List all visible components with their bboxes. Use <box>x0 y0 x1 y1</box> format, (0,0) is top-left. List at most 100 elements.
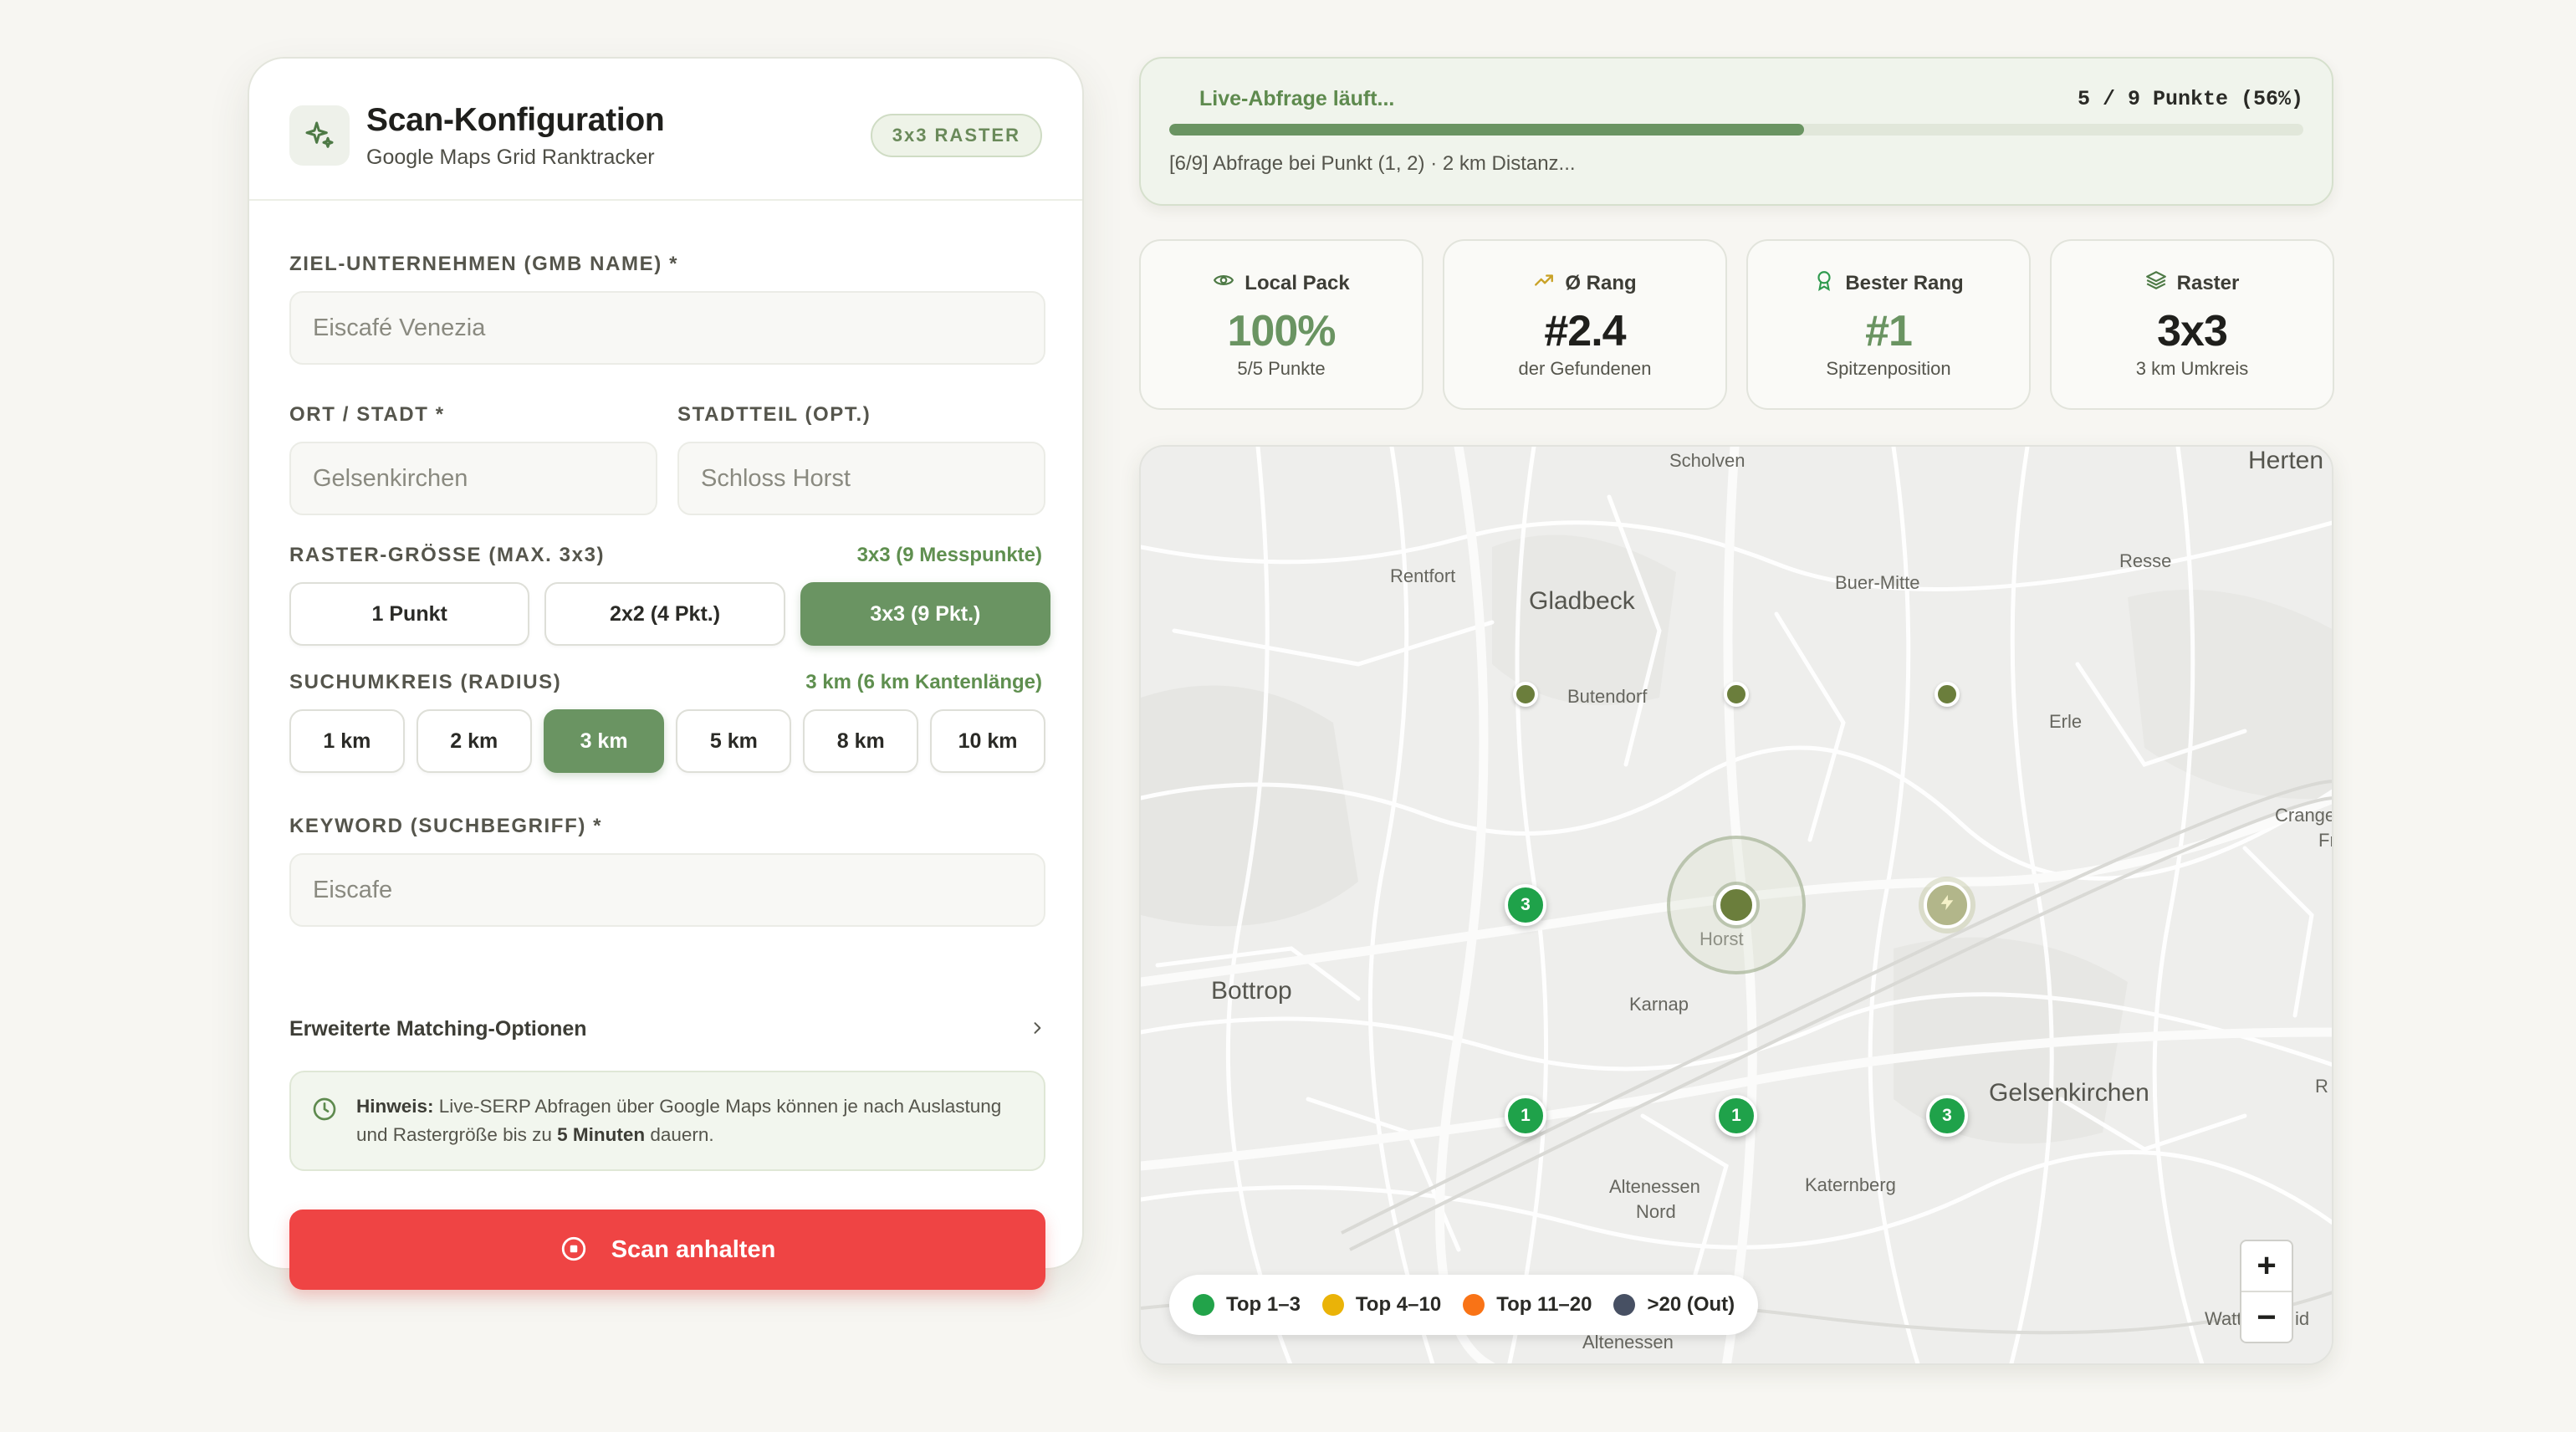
lightning-icon <box>1938 893 1956 918</box>
stat-card-avg-rank: Ø Rang #2.4 der Gefundenen <box>1443 239 1727 410</box>
stop-scan-label: Scan anhalten <box>611 1235 776 1263</box>
place-gelsenkirchen: Gelsenkirchen <box>1989 1079 2149 1107</box>
place-nord: Nord <box>1636 1201 1676 1222</box>
place-crange: Crange <box>2275 805 2333 826</box>
place-resse: Resse <box>2119 550 2172 571</box>
stat-sub: 5/5 Punkte <box>1237 358 1326 379</box>
radius-option-1km[interactable]: 1 km <box>289 709 405 773</box>
stat-card-best-rank: Bester Rang #1 Spitzenposition <box>1746 239 2031 410</box>
stop-scan-button[interactable]: Scan anhalten <box>289 1210 1045 1290</box>
place-gladbeck: Gladbeck <box>1529 587 1635 615</box>
center-point[interactable] <box>1716 885 1756 925</box>
legend-dot <box>1613 1294 1636 1316</box>
legend-item-top-11-20: Top 11–20 <box>1463 1293 1592 1317</box>
legend-dot <box>1193 1294 1214 1316</box>
place-bottrop: Bottrop <box>1211 977 1292 1005</box>
progress-count: 5 / 9 Punkte (56%) <box>2077 87 2303 111</box>
layers-icon <box>2145 269 2167 297</box>
rank-pin[interactable]: 1 <box>1505 1095 1546 1137</box>
rank-pin[interactable]: 3 <box>1926 1095 1968 1137</box>
trending-up-icon <box>1533 269 1555 297</box>
stat-card-grid: Raster 3x3 3 km Umkreis <box>2050 239 2334 410</box>
stat-value: 100% <box>1227 307 1337 355</box>
legend-dot <box>1463 1294 1485 1316</box>
advanced-options-toggle[interactable]: Erweiterte Matching-Optionen <box>289 1012 1045 1046</box>
zoom-in-button[interactable]: + <box>2241 1241 2292 1292</box>
radius-option-5km[interactable]: 5 km <box>676 709 792 773</box>
legend-item-top-1-3: Top 1–3 <box>1193 1293 1301 1317</box>
progress-bar <box>1169 124 2303 136</box>
page-subtitle: Google Maps Grid Ranktracker <box>366 146 655 169</box>
stat-title: Local Pack <box>1245 271 1350 294</box>
map-legend: Top 1–3 Top 4–10 Top 11–20 >20 (Out) <box>1169 1275 1759 1335</box>
stat-value: 3x3 <box>2157 307 2228 355</box>
grid-point-pending[interactable] <box>1935 682 1960 707</box>
rank-pin[interactable]: 1 <box>1715 1095 1757 1137</box>
map-view[interactable]: Scholven Herten Rentfort Gladbeck Buer-M… <box>1139 445 2333 1365</box>
city-label: ORT / STADT * <box>289 403 445 426</box>
grid-size-label: RASTER-GRÖSSE (MAX. 3x3) <box>289 544 606 566</box>
stat-sub: Spitzenposition <box>1826 358 1951 379</box>
district-input[interactable] <box>677 442 1045 515</box>
rank-pin[interactable]: 3 <box>1505 884 1546 926</box>
radius-hint: 3 km (6 km Kantenlänge) <box>805 671 1042 693</box>
place-herten: Herten <box>2248 447 2324 474</box>
sparkle-icon <box>289 105 350 166</box>
progress-status: [6/9] Abfrage bei Punkt (1, 2) · 2 km Di… <box>1169 152 1576 175</box>
clock-icon <box>311 1096 338 1123</box>
zoom-out-button[interactable]: − <box>2241 1292 2292 1343</box>
district-label: STADTTEIL (OPT.) <box>677 403 871 426</box>
legend-item-out: >20 (Out) <box>1613 1293 1735 1317</box>
place-karnap: Karnap <box>1629 994 1689 1015</box>
place-scholven: Scholven <box>1669 450 1745 471</box>
active-query-pin[interactable] <box>1924 882 1970 928</box>
advanced-options-label: Erweiterte Matching-Optionen <box>289 1016 587 1041</box>
award-icon <box>1813 269 1835 297</box>
place-id: id <box>2295 1308 2310 1329</box>
stat-value: #1 <box>1865 307 1913 355</box>
stat-sub: der Gefundenen <box>1518 358 1652 379</box>
progress-label: Live-Abfrage läuft... <box>1199 87 1395 110</box>
stat-card-local-pack: Local Pack 100% 5/5 Punkte <box>1139 239 1423 410</box>
place-fr: Fr <box>2318 830 2332 851</box>
grid-size-hint: 3x3 (9 Messpunkte) <box>856 544 1042 566</box>
notice-box: Hinweis: Live-SERP Abfragen über Google … <box>289 1071 1045 1171</box>
chevron-right-icon <box>1029 1016 1045 1042</box>
grid-option-1[interactable]: 1 Punkt <box>289 582 530 646</box>
legend-dot <box>1321 1294 1344 1316</box>
stop-icon <box>560 1235 588 1266</box>
legend-item-top-4-10: Top 4–10 <box>1321 1293 1441 1317</box>
stat-title: Bester Rang <box>1845 271 1964 294</box>
keyword-label: KEYWORD (SUCHBEGRIFF) * <box>289 815 603 837</box>
grid-point-pending[interactable] <box>1513 682 1538 707</box>
radius-option-3km[interactable]: 3 km <box>543 709 665 773</box>
grid-option-2x2[interactable]: 2x2 (4 Pkt.) <box>544 582 785 646</box>
scan-config-card: Scan-Konfiguration Google Maps Grid Rank… <box>248 57 1084 1290</box>
grid-badge: 3x3 RASTER <box>870 114 1042 157</box>
place-katernberg: Katernberg <box>1805 1174 1896 1195</box>
grid-option-3x3[interactable]: 3x3 (9 Pkt.) <box>800 582 1051 646</box>
page-title: Scan-Konfiguration <box>366 102 665 138</box>
grid-size-options: 1 Punkt 2x2 (4 Pkt.) 3x3 (9 Pkt.) <box>289 582 1051 646</box>
business-input[interactable] <box>289 291 1045 365</box>
radius-option-2km[interactable]: 2 km <box>416 709 532 773</box>
keyword-input[interactable] <box>289 853 1045 927</box>
place-butendorf: Butendorf <box>1567 686 1648 707</box>
radius-options: 1 km 2 km 3 km 5 km 8 km 10 km <box>289 709 1045 773</box>
grid-point-pending[interactable] <box>1724 682 1749 707</box>
stat-title: Raster <box>2176 271 2240 294</box>
city-input[interactable] <box>289 442 657 515</box>
radius-option-10km[interactable]: 10 km <box>930 709 1045 773</box>
place-altenessen-nord: Altenessen <box>1609 1176 1700 1197</box>
eye-icon <box>1213 269 1234 297</box>
stat-value: #2.4 <box>1544 307 1626 355</box>
progress-card: Live-Abfrage läuft... 5 / 9 Punkte (56%)… <box>1139 57 2333 206</box>
place-erle: Erle <box>2049 711 2083 732</box>
config-header: Scan-Konfiguration Google Maps Grid Rank… <box>249 59 1082 201</box>
radius-label: SUCHUMKREIS (RADIUS) <box>289 671 562 693</box>
place-r: R <box>2315 1076 2328 1097</box>
place-buer-mitte: Buer-Mitte <box>1835 572 1920 593</box>
progress-fill <box>1169 124 1805 136</box>
stat-sub: 3 km Umkreis <box>2135 358 2249 379</box>
radius-option-8km[interactable]: 8 km <box>803 709 919 773</box>
